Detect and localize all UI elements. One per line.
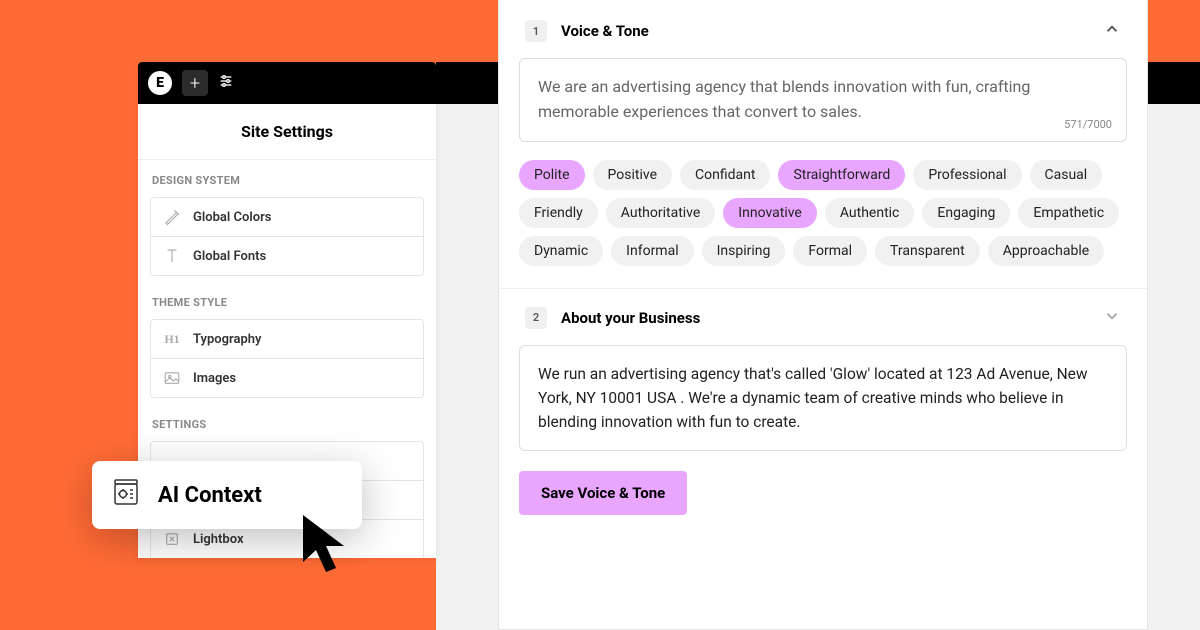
chevron-down-icon (1103, 307, 1121, 329)
palette-icon (163, 208, 181, 226)
about-description-input[interactable]: We run an advertising agency that's call… (519, 345, 1127, 451)
about-description-text: We run an advertising agency that's call… (538, 362, 1108, 434)
menu-item-typography[interactable]: H1 Typography (151, 320, 423, 358)
tone-tag[interactable]: Inspiring (702, 236, 786, 266)
menu-item-label: Global Colors (193, 210, 271, 225)
section-label-settings: SETTINGS (138, 404, 436, 441)
about-header[interactable]: 2 About your Business (499, 289, 1147, 345)
menu-item-label: Typography (193, 332, 262, 347)
cursor-icon (298, 510, 358, 580)
ai-context-icon (110, 477, 142, 513)
char-count: 571/7000 (1064, 118, 1112, 131)
voice-tone-description-input[interactable]: We are an advertising agency that blends… (519, 58, 1127, 142)
tone-tag[interactable]: Authoritative (606, 198, 716, 228)
menu-item-label: Lightbox (193, 532, 244, 547)
tone-tag[interactable]: Transparent (875, 236, 980, 266)
menu-item-label: Images (193, 371, 236, 386)
tone-tag[interactable]: Professional (913, 160, 1021, 190)
tone-tag[interactable]: Casual (1030, 160, 1103, 190)
tone-tag[interactable]: Innovative (723, 198, 817, 228)
tone-tag[interactable]: Polite (519, 160, 585, 190)
heading-icon: H1 (163, 330, 181, 348)
settings-icon[interactable] (218, 73, 234, 93)
main-panel: 1 Voice & Tone We are an advertising age… (498, 0, 1148, 630)
menu-item-global-colors[interactable]: Global Colors (151, 198, 423, 236)
step-badge-2: 2 (525, 307, 547, 329)
menu-item-images[interactable]: Images (151, 358, 423, 397)
tone-tag[interactable]: Positive (593, 160, 672, 190)
voice-tone-title: Voice & Tone (561, 22, 1089, 40)
tone-tag[interactable]: Approachable (988, 236, 1104, 266)
add-element-button[interactable]: + (182, 70, 208, 96)
tone-tag[interactable]: Formal (793, 236, 867, 266)
voice-tone-header[interactable]: 1 Voice & Tone (499, 0, 1147, 58)
tone-tag[interactable]: Friendly (519, 198, 598, 228)
tone-tag[interactable]: Straightforward (778, 160, 905, 190)
step-badge-1: 1 (525, 20, 547, 42)
tone-tag[interactable]: Engaging (922, 198, 1010, 228)
voice-tone-description-text: We are an advertising agency that blends… (538, 75, 1108, 125)
ai-context-label: AI Context (158, 483, 262, 508)
tone-tag[interactable]: Confidant (680, 160, 770, 190)
tone-tags: Polite Positive Confidant Straightforward Pr… (499, 142, 1147, 288)
lightbox-icon (163, 530, 181, 548)
menu-item-label: Global Fonts (193, 249, 266, 264)
menu-group-theme-style: H1 Typography Images (150, 319, 424, 398)
tone-tag[interactable]: Informal (611, 236, 693, 266)
chevron-up-icon (1103, 20, 1121, 42)
panel-title: Site Settings (138, 104, 436, 160)
image-icon (163, 369, 181, 387)
save-button[interactable]: Save Voice & Tone (519, 471, 687, 515)
about-title: About your Business (561, 309, 1089, 327)
tone-tag[interactable]: Empathetic (1018, 198, 1119, 228)
sidebar-topbar: E + (138, 62, 436, 104)
section-label-design-system: DESIGN SYSTEM (138, 160, 436, 197)
tone-tag[interactable]: Authentic (825, 198, 915, 228)
text-icon (163, 247, 181, 265)
section-label-theme-style: THEME STYLE (138, 282, 436, 319)
elementor-logo[interactable]: E (148, 71, 172, 95)
menu-item-global-fonts[interactable]: Global Fonts (151, 236, 423, 275)
tone-tag[interactable]: Dynamic (519, 236, 603, 266)
menu-group-design-system: Global Colors Global Fonts (150, 197, 424, 276)
